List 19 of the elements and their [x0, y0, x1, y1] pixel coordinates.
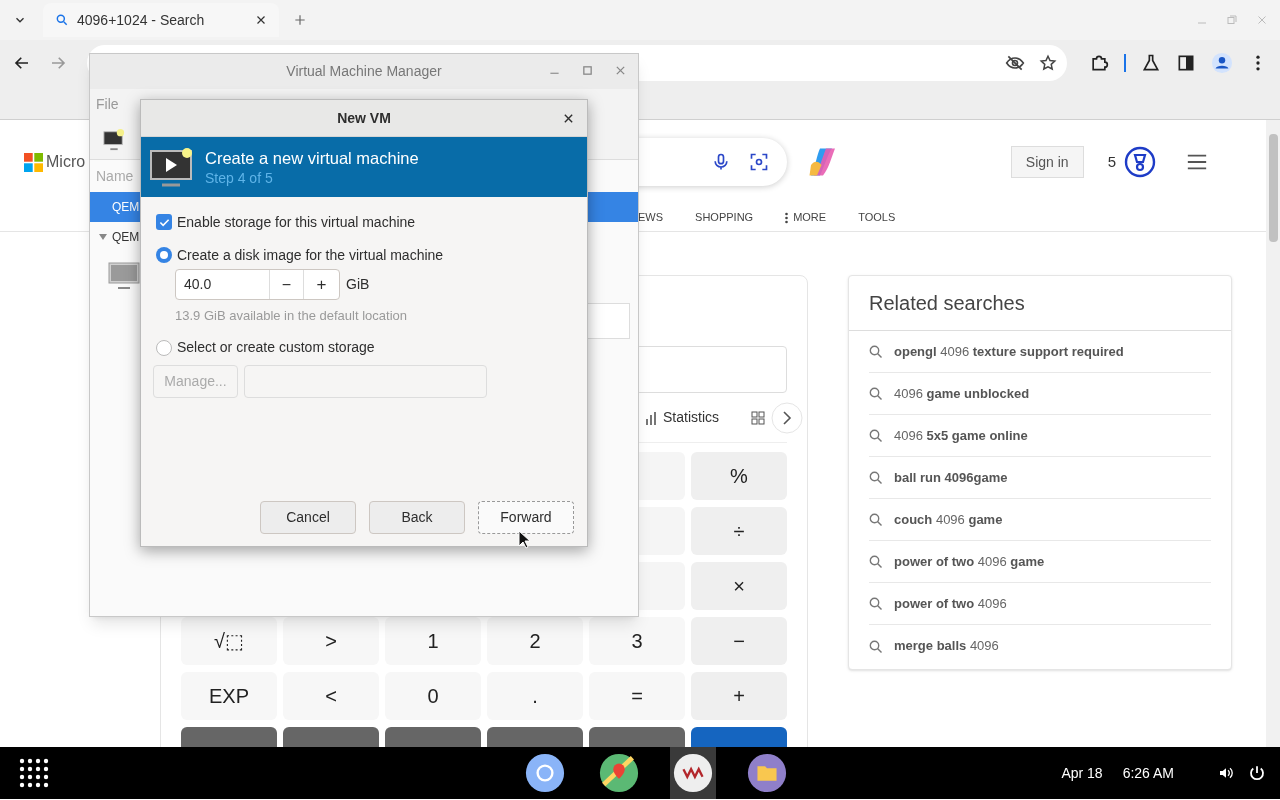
- logo-text: Micro: [46, 152, 86, 172]
- related-title: Related searches: [849, 276, 1231, 331]
- row-label: QEM: [112, 229, 140, 246]
- date-text: Apr 18: [1061, 763, 1103, 783]
- hint-text: 13.9 GiB available in the default location: [175, 307, 408, 325]
- radio-label: Create a disk image for the virtual machine: [177, 245, 444, 265]
- time-text: 6:26 AM: [1122, 763, 1174, 783]
- unit-label: GiB: [346, 275, 370, 294]
- dialog-title: New VM: [337, 108, 391, 128]
- tab-title: 4096+1024 - Search: [77, 10, 206, 30]
- rewards-count: 5: [1107, 151, 1116, 172]
- window-title: Virtual Machine Manager: [286, 62, 442, 81]
- header-title: Create a new virtual machine: [205, 148, 419, 169]
- checkbox-label: Enable storage for this virtual machine: [177, 212, 416, 232]
- row-label: QEM: [112, 199, 140, 216]
- step-label: Step 4 of 5: [205, 169, 274, 187]
- size-value: 40.0: [176, 270, 270, 299]
- radio-label: Select or create custom storage: [177, 338, 375, 357]
- column-header: Name: [95, 166, 135, 186]
